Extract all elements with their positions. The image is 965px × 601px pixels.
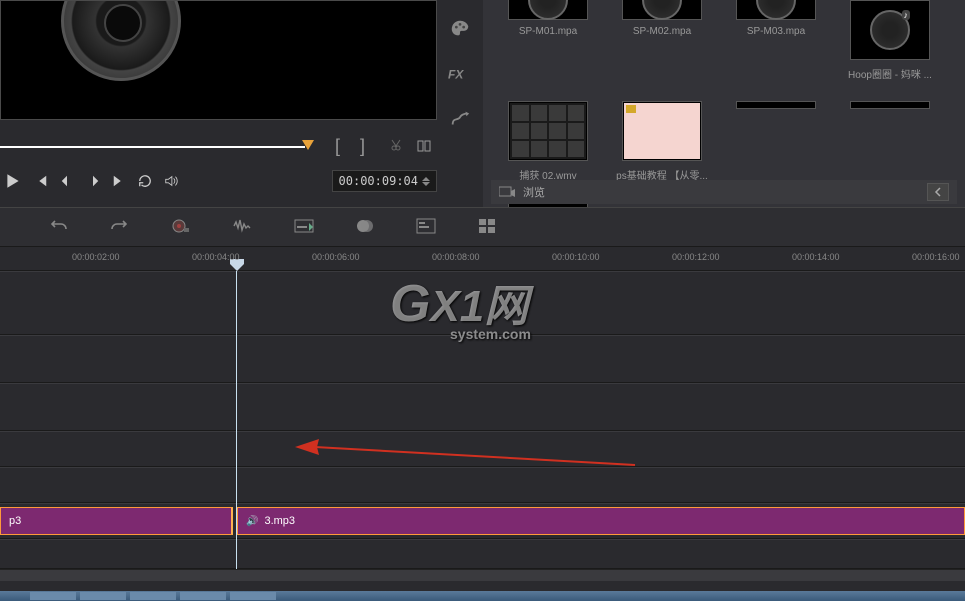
media-thumbnail: [850, 0, 930, 60]
title-track[interactable]: [0, 431, 965, 467]
repeat-button[interactable]: [138, 174, 152, 188]
split-icon[interactable]: [416, 138, 434, 156]
media-thumbnail: [508, 0, 588, 20]
audio-clip-icon: 🔊: [246, 516, 258, 527]
media-label: Hoop圈圈 - 妈咪 ...: [843, 66, 937, 81]
media-thumbnail: [622, 0, 702, 20]
media-label: SP-M03.mpa: [729, 26, 823, 37]
music-track[interactable]: p3 🔊 3.mp3: [0, 503, 965, 539]
media-item[interactable]: SP-M03.mpa: [729, 0, 823, 81]
color-tool-icon[interactable]: [449, 18, 471, 43]
playhead-line[interactable]: [236, 271, 237, 569]
grid-button[interactable]: [478, 218, 496, 237]
media-thumbnail: [736, 0, 816, 20]
media-thumbnail: [850, 101, 930, 109]
media-item[interactable]: [729, 101, 823, 182]
overlay-track-2[interactable]: [0, 383, 965, 431]
ruler-tick: 00:00:06:00: [312, 252, 360, 262]
disc-button[interactable]: [356, 217, 374, 238]
path-tool-icon[interactable]: [449, 108, 471, 133]
video-track-1[interactable]: [0, 271, 965, 335]
go-start-button[interactable]: [34, 174, 48, 188]
audio-clip-2[interactable]: 🔊 3.mp3: [237, 507, 965, 535]
overlay-track-1[interactable]: [0, 335, 965, 383]
ruler-tick: 00:00:02:00: [72, 252, 120, 262]
timeline-ruler[interactable]: 00:00:02:00 00:00:04:00 00:00:06:00 00:00:0…: [0, 247, 965, 271]
step-back-button[interactable]: [60, 174, 74, 188]
volume-button[interactable]: [164, 174, 178, 188]
timeline-scrollbar[interactable]: [0, 569, 965, 581]
audio-mixer-button[interactable]: [232, 217, 252, 238]
media-item[interactable]: SP-M01.mpa: [501, 0, 595, 81]
svg-text:FX: FX: [448, 67, 464, 81]
browse-icon[interactable]: [499, 185, 515, 200]
go-end-button[interactable]: [112, 174, 126, 188]
preview-scrubber[interactable]: [ ]: [0, 138, 437, 158]
timecode-up[interactable]: [422, 177, 430, 181]
clip-label: p3: [9, 515, 21, 527]
ruler-tick: 00:00:12:00: [672, 252, 720, 262]
media-item[interactable]: SP-M02.mpa: [615, 0, 709, 81]
media-library: SP-M01.mpa SP-M02.mpa SP-M03.mpa Hoop圈圈 - 妈…: [483, 0, 965, 207]
browse-bar: 浏览: [491, 180, 957, 204]
play-button[interactable]: [4, 172, 22, 190]
audio-clip-1[interactable]: p3: [0, 507, 233, 535]
fx-tool-icon[interactable]: FX: [448, 65, 472, 86]
scrub-marker[interactable]: [302, 140, 314, 150]
speaker-graphic: [61, 0, 181, 81]
timecode-value: 00:00:09:04: [339, 174, 418, 188]
media-label: SP-M02.mpa: [615, 26, 709, 37]
ruler-tick: 00:00:10:00: [552, 252, 600, 262]
undo-button[interactable]: [50, 217, 68, 238]
media-thumbnail: [508, 101, 588, 161]
media-item[interactable]: 捕获 02.wmv: [501, 101, 595, 182]
record-button[interactable]: [170, 216, 190, 239]
ruler-tick: 00:00:16:00: [912, 252, 960, 262]
browse-label[interactable]: 浏览: [523, 184, 545, 200]
os-taskbar: [0, 591, 965, 601]
mark-in-icon[interactable]: [: [335, 136, 340, 157]
preview-window[interactable]: [0, 0, 437, 120]
media-item[interactable]: Hoop圈圈 - 妈咪 ...: [843, 0, 937, 81]
voice-track[interactable]: [0, 467, 965, 503]
clip-label: 3.mp3: [264, 515, 295, 527]
media-item[interactable]: [843, 101, 937, 182]
effect-tools-sidebar: FX: [437, 0, 483, 207]
spacer-track: [0, 539, 965, 569]
media-thumbnail: [622, 101, 702, 161]
preview-panel: [ ]: [0, 0, 437, 207]
ruler-tick: 00:00:08:00: [432, 252, 480, 262]
step-forward-button[interactable]: [86, 174, 100, 188]
chapter-button[interactable]: [416, 218, 436, 237]
title-button[interactable]: [294, 217, 314, 238]
timeline-tracks: p3 🔊 3.mp3: [0, 271, 965, 569]
media-thumbnail: [736, 101, 816, 109]
ruler-tick: 00:00:04:00: [192, 252, 240, 262]
timeline-toolbar: [0, 207, 965, 247]
cut-icon[interactable]: [388, 138, 406, 156]
media-label: SP-M01.mpa: [501, 26, 595, 37]
timecode-display[interactable]: 00:00:09:04: [332, 170, 437, 192]
scroll-left-button[interactable]: [927, 183, 949, 201]
redo-button[interactable]: [110, 217, 128, 238]
ruler-tick: 00:00:14:00: [792, 252, 840, 262]
media-item[interactable]: ps基础教程 【从零...: [615, 101, 709, 182]
mark-out-icon[interactable]: ]: [360, 136, 365, 157]
timecode-down[interactable]: [422, 182, 430, 186]
